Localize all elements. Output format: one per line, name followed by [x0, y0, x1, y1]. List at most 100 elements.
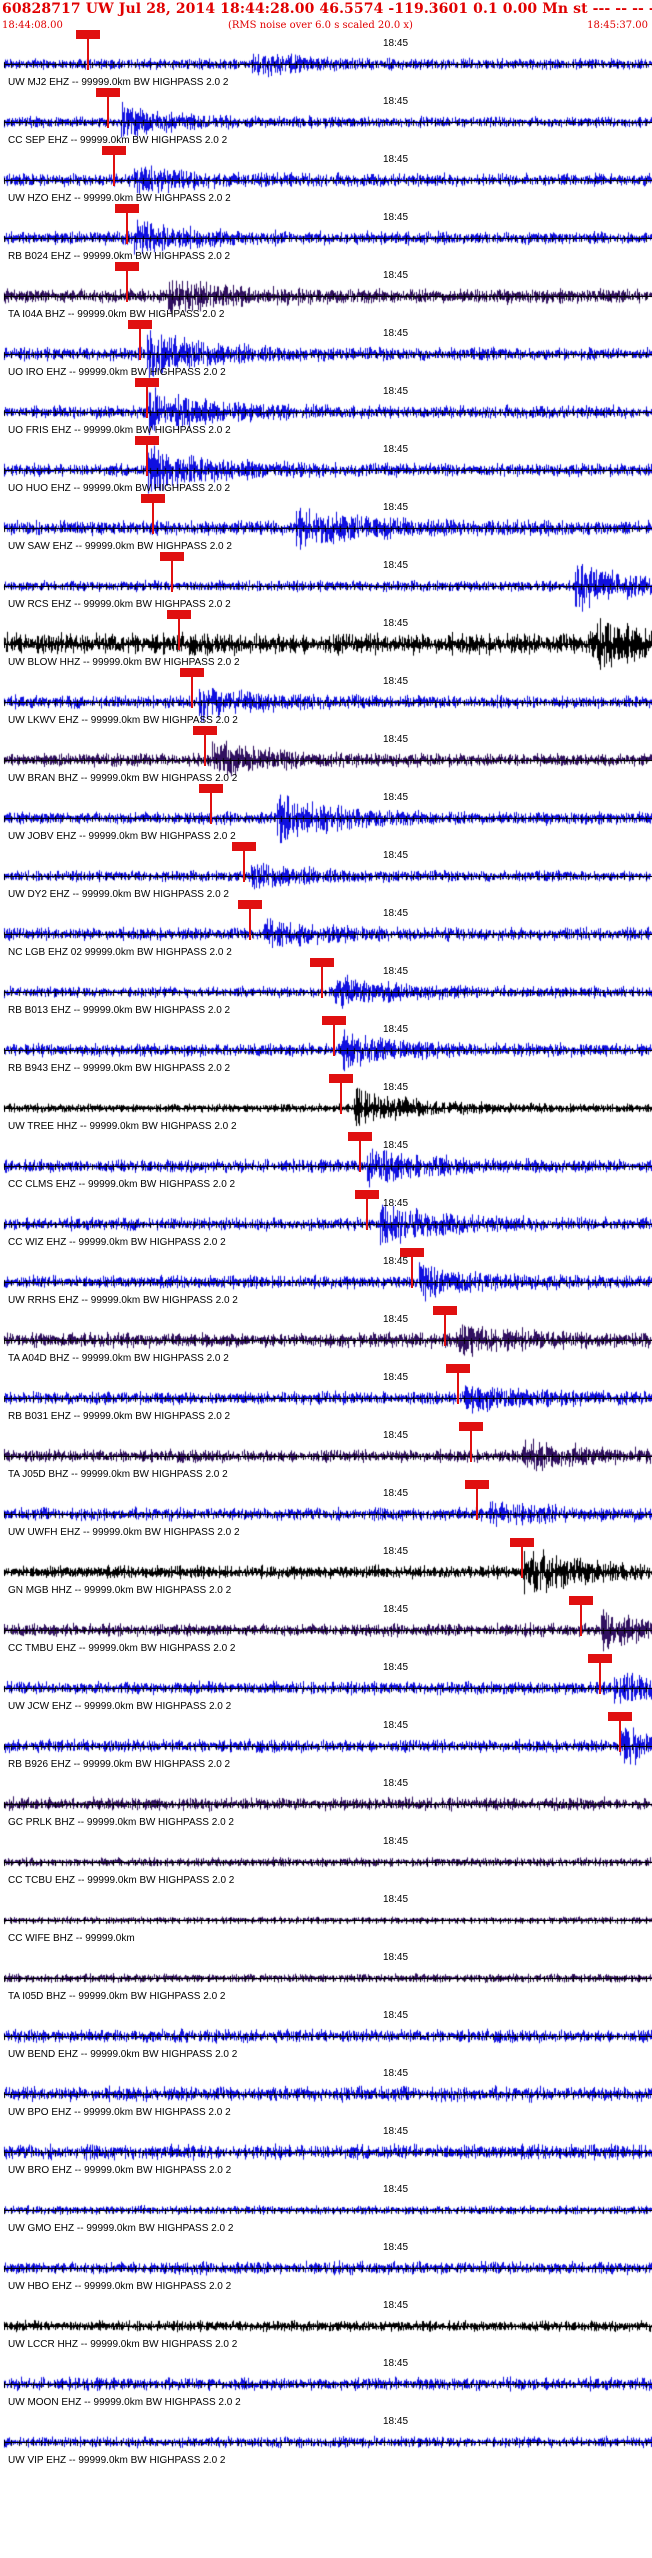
axis-ticks	[4, 640, 652, 649]
pick-line	[456, 1372, 459, 1404]
station-trace: 18:45 UW JCW EHZ -- 99999.0km BW HIGHPASS…	[0, 1654, 652, 1716]
axis-ticks	[4, 350, 652, 359]
time-tick-label: 18:45	[383, 212, 409, 223]
pick-line	[333, 1024, 336, 1056]
pick-line	[579, 1604, 582, 1636]
pick-line	[365, 1198, 368, 1230]
station-trace: 18:45 UW LKWV EHZ -- 99999.0km BW HIGHPAS…	[0, 668, 652, 730]
axis-ticks	[4, 2380, 652, 2389]
time-tick-label: 18:45	[383, 1720, 409, 1731]
time-tick-label: 18:45	[383, 2068, 409, 2079]
station-label: UW BEND EHZ -- 99999.0km BW HIGHPASS 2.0…	[8, 2049, 238, 2060]
station-label: UO FRIS EHZ -- 99999.0km BW HIGHPASS 2.0…	[8, 425, 231, 436]
station-label: UW BRAN BHZ -- 99999.0km BW HIGHPASS 2.0…	[8, 773, 238, 784]
station-trace: 18:45 UW HBO EHZ -- 99999.0km BW HIGHPASS…	[0, 2238, 652, 2296]
station-label: UW TREE HHZ -- 99999.0km BW HIGHPASS 2.0…	[8, 1121, 237, 1132]
time-tick-label: 18:45	[383, 2010, 409, 2021]
time-tick-label: 18:45	[383, 1198, 409, 1209]
axis-ticks	[4, 1394, 652, 1403]
station-label: CC TCBU EHZ -- 99999.0km BW HIGHPASS 2.0…	[8, 1875, 235, 1886]
axis-ticks	[4, 1742, 652, 1751]
axis-ticks	[4, 1452, 652, 1461]
pick-line	[521, 1546, 524, 1578]
axis-ticks	[4, 1568, 652, 1577]
station-label: UO IRO EHZ -- 99999.0km BW HIGHPASS 2.0 …	[8, 367, 226, 378]
time-tick-label: 18:45	[383, 1430, 409, 1441]
time-tick-label: 18:45	[383, 1894, 409, 1905]
station-label: UW JOBV EHZ -- 99999.0km BW HIGHPASS 2.0…	[8, 831, 236, 842]
pick-line	[599, 1662, 602, 1694]
time-tick-label: 18:45	[383, 502, 409, 513]
station-label: CC TMBU EHZ -- 99999.0km BW HIGHPASS 2.0…	[8, 1643, 236, 1654]
station-trace: 18:45 UW GMO EHZ -- 99999.0km BW HIGHPASS…	[0, 2180, 652, 2238]
axis-ticks	[4, 2032, 652, 2041]
pick-line	[190, 676, 193, 708]
pick-line	[126, 212, 129, 244]
axis-ticks	[4, 698, 652, 707]
time-tick-label: 18:45	[383, 850, 409, 861]
station-label: UW UWFH EHZ -- 99999.0km BW HIGHPASS 2.0…	[8, 1527, 240, 1538]
time-tick-label: 18:45	[383, 560, 409, 571]
station-trace: 18:45 UW RCS EHZ -- 99999.0km BW HIGHPASS…	[0, 552, 652, 614]
plot-header: 60828717 UW Jul 28, 2014 18:44:28.00 46.…	[0, 0, 652, 34]
axis-ticks	[4, 234, 652, 243]
time-tick-label: 18:45	[383, 734, 409, 745]
station-trace: 18:45 GN MGB HHZ -- 99999.0km BW HIGHPASS…	[0, 1538, 652, 1600]
station-trace: 18:45 UW MOON EHZ -- 99999.0km BW HIGHPAS…	[0, 2354, 652, 2412]
pick-line	[203, 734, 206, 766]
time-tick-label: 18:45	[383, 618, 409, 629]
station-label: UW JCW EHZ -- 99999.0km BW HIGHPASS 2.0 …	[8, 1701, 232, 1712]
time-tick-label: 18:45	[383, 1140, 409, 1151]
time-tick-label: 18:45	[383, 154, 409, 165]
axis-ticks	[4, 1800, 652, 1809]
station-label: UW RCS EHZ -- 99999.0km BW HIGHPASS 2.0 …	[8, 599, 231, 610]
axis-ticks	[4, 466, 652, 475]
pick-line	[177, 618, 180, 650]
station-trace: 18:45 UO IRO EHZ -- 99999.0km BW HIGHPASS…	[0, 320, 652, 382]
pick-line	[359, 1140, 362, 1172]
pick-line	[139, 328, 142, 360]
station-trace: 18:45 UW BRAN BHZ -- 99999.0km BW HIGHPAS…	[0, 726, 652, 788]
rms-note: (RMS noise over 6.0 s scaled 20.0 x)	[228, 20, 413, 31]
pick-line	[113, 154, 116, 186]
station-label: TA J05D BHZ -- 99999.0km BW HIGHPASS 2.0…	[8, 1469, 228, 1480]
station-trace: 18:45 UW HZO EHZ -- 99999.0km BW HIGHPASS…	[0, 146, 652, 208]
pick-line	[249, 908, 252, 940]
time-tick-label: 18:45	[383, 908, 409, 919]
time-tick-label: 18:45	[383, 1024, 409, 1035]
time-tick-label: 18:45	[383, 2416, 409, 2427]
pick-line	[443, 1314, 446, 1346]
axis-ticks	[4, 814, 652, 823]
station-trace: 18:45 UW BRO EHZ -- 99999.0km BW HIGHPASS…	[0, 2122, 652, 2180]
end-time: 18:45:37.00	[587, 20, 648, 31]
station-trace: 18:45 UW LCCR HHZ -- 99999.0km BW HIGHPAS…	[0, 2296, 652, 2354]
station-label: UW BRO EHZ -- 99999.0km BW HIGHPASS 2.0 …	[8, 2165, 232, 2176]
station-label: RB B024 EHZ -- 99999.0km BW HIGHPASS 2.0…	[8, 251, 231, 262]
axis-ticks	[4, 1626, 652, 1635]
station-label: UW LKWV EHZ -- 99999.0km BW HIGHPASS 2.0…	[8, 715, 238, 726]
station-trace: 18:45 UO FRIS EHZ -- 99999.0km BW HIGHPAS…	[0, 378, 652, 440]
axis-ticks	[4, 118, 652, 127]
axis-ticks	[4, 60, 652, 69]
axis-ticks	[4, 1974, 652, 1983]
time-tick-label: 18:45	[383, 1662, 409, 1673]
station-label: UW BLOW HHZ -- 99999.0km BW HIGHPASS 2.0…	[8, 657, 240, 668]
time-tick-label: 18:45	[383, 2184, 409, 2195]
time-tick-label: 18:45	[383, 676, 409, 687]
pick-line	[210, 792, 213, 824]
pick-line	[320, 966, 323, 998]
station-trace: 18:45 UW TREE HHZ -- 99999.0km BW HIGHPAS…	[0, 1074, 652, 1136]
time-tick-label: 18:45	[383, 792, 409, 803]
station-label: UW HBO EHZ -- 99999.0km BW HIGHPASS 2.0 …	[8, 2281, 232, 2292]
time-tick-label: 18:45	[383, 1372, 409, 1383]
axis-ticks	[4, 176, 652, 185]
time-tick-label: 18:45	[383, 1604, 409, 1615]
station-trace: 18:45 CC WIFE BHZ -- 99999.0km	[0, 1890, 652, 1948]
station-trace: 18:45 CC SEP EHZ -- 99999.0km BW HIGHPASS…	[0, 88, 652, 150]
station-label: UW BPO EHZ -- 99999.0km BW HIGHPASS 2.0 …	[8, 2107, 231, 2118]
pick-line	[339, 1082, 342, 1114]
axis-ticks	[4, 872, 652, 881]
axis-ticks	[4, 756, 652, 765]
station-label: TA I04A BHZ -- 99999.0km BW HIGHPASS 2.0…	[8, 309, 225, 320]
station-trace: 18:45 UW DY2 EHZ -- 99999.0km BW HIGHPASS…	[0, 842, 652, 904]
